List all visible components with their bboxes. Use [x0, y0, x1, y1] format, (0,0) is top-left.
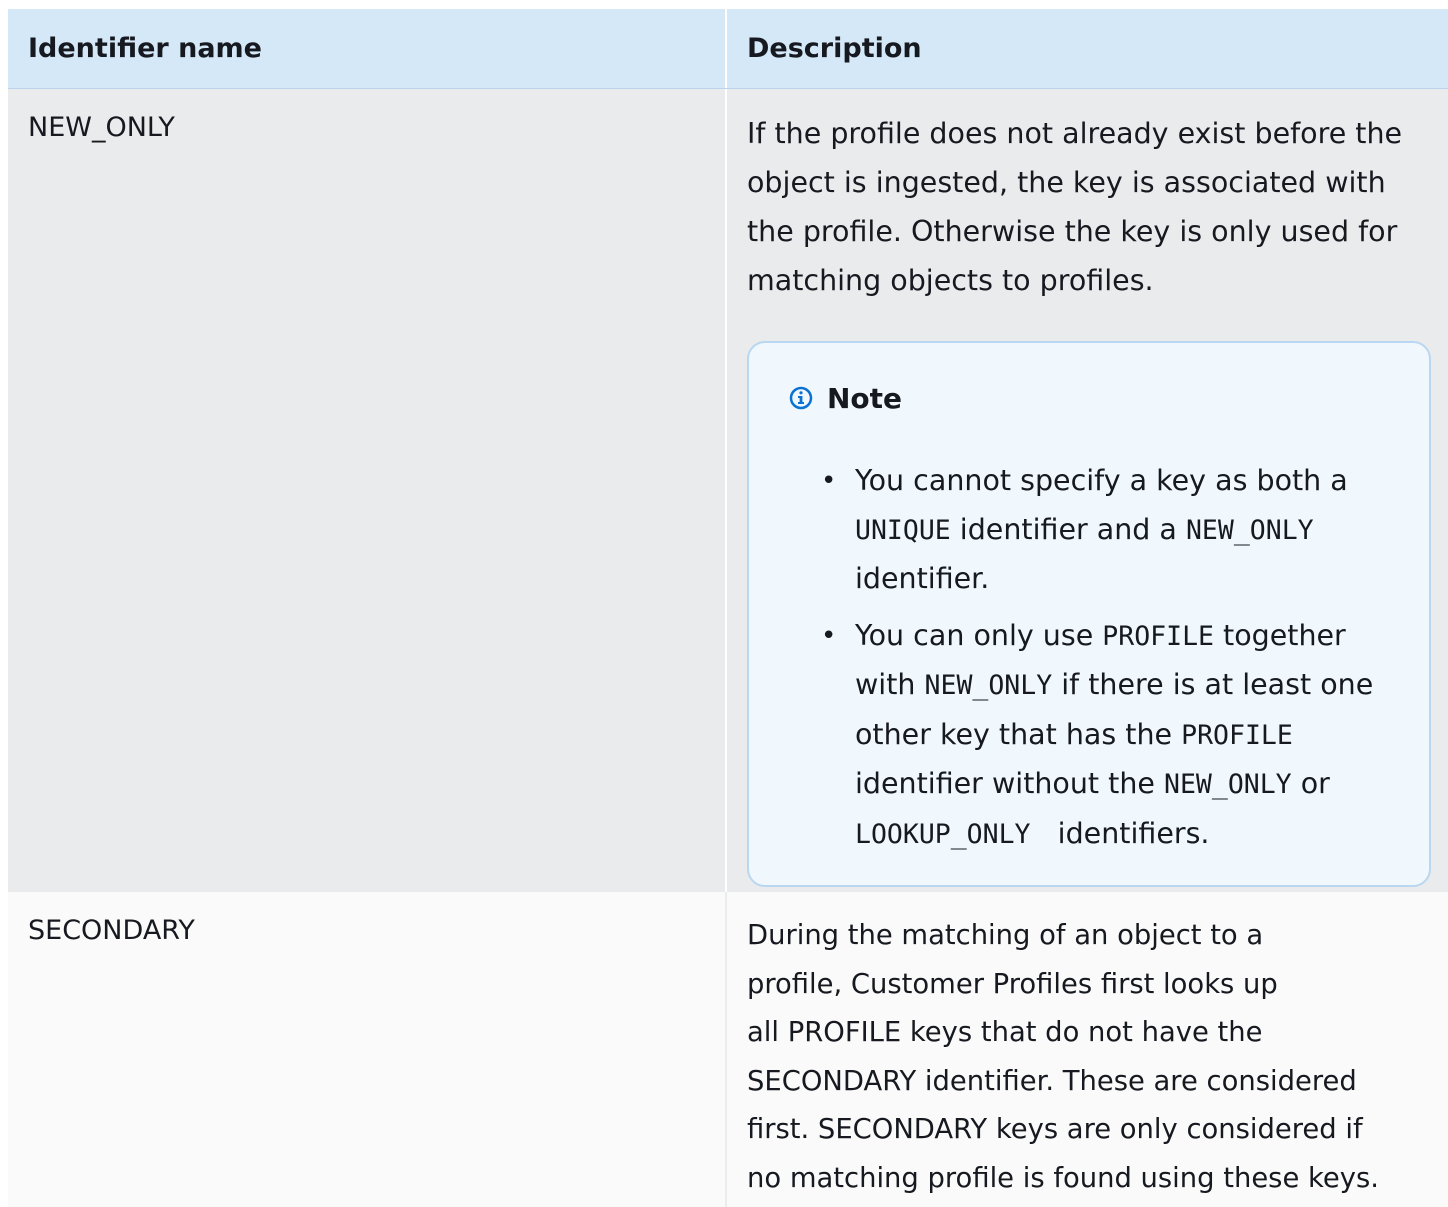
- bullet: •: [821, 620, 837, 651]
- description-line: first. SECONDARY keys are only considere…: [747, 1114, 1363, 1145]
- code-term: PROFILE: [1102, 620, 1214, 652]
- identifier-name-cell: SECONDARY: [8, 892, 727, 1207]
- note-list: • You cannot specify a key as both a UNI…: [789, 457, 1399, 859]
- bullet: •: [821, 466, 837, 496]
- table-row: NEW_ONLY If the profile does not already…: [8, 89, 1448, 892]
- code-term: NEW_ONLY: [1185, 514, 1314, 546]
- note-title: Note: [827, 381, 903, 415]
- description-line: SECONDARY identifier. These are consider…: [747, 1065, 1357, 1097]
- info-circle-icon: [789, 386, 813, 410]
- description-line: no matching profile is found using these…: [747, 1162, 1379, 1194]
- description-text: During the matching of an object to a pr…: [747, 912, 1428, 1203]
- note-text: or: [1291, 767, 1330, 800]
- identifier-table: Identifier name Description NEW_ONLY If …: [8, 9, 1448, 1207]
- description-cell: If the profile does not already exist be…: [727, 89, 1448, 892]
- description-line: all PROFILE keys that do not have the: [747, 1017, 1263, 1048]
- note-text: You can only use: [855, 618, 1103, 652]
- list-item: • You cannot specify a key as both a UNI…: [819, 457, 1399, 604]
- description-line: During the matching of an object to a: [747, 920, 1264, 951]
- column-header-identifier-name: Identifier name: [8, 9, 727, 88]
- table-header-row: Identifier name Description: [8, 9, 1448, 89]
- description-line: profile, Customer Profiles first looks u…: [747, 968, 1278, 1000]
- list-item: • You can only use PROFILE together with…: [819, 612, 1399, 860]
- note-text: identifiers.: [1030, 816, 1210, 850]
- note-text: identifier.: [855, 562, 990, 595]
- note-callout: Note • You cannot specify a key as both …: [747, 341, 1431, 887]
- note-text: You cannot specify a key as both a: [855, 464, 1348, 497]
- note-text: identifier and a: [950, 512, 1186, 546]
- code-term: LOOKUP_ONLY: [855, 818, 1031, 850]
- description-cell: During the matching of an object to a pr…: [727, 892, 1448, 1207]
- note-text: identifier without the: [855, 767, 1164, 800]
- identifier-name-cell: NEW_ONLY: [8, 89, 727, 892]
- code-term: NEW_ONLY: [924, 670, 1053, 701]
- description-text: If the profile does not already exist be…: [747, 117, 1403, 297]
- note-header: Note: [789, 379, 1399, 417]
- table-row: SECONDARY During the matching of an obje…: [8, 892, 1448, 1207]
- code-term: NEW_ONLY: [1164, 769, 1292, 800]
- identifier-name: NEW_ONLY: [28, 112, 175, 143]
- code-term: PROFILE: [1181, 719, 1293, 751]
- code-term: UNIQUE: [855, 514, 951, 546]
- column-header-description: Description: [747, 33, 922, 64]
- identifier-name: SECONDARY: [28, 915, 195, 946]
